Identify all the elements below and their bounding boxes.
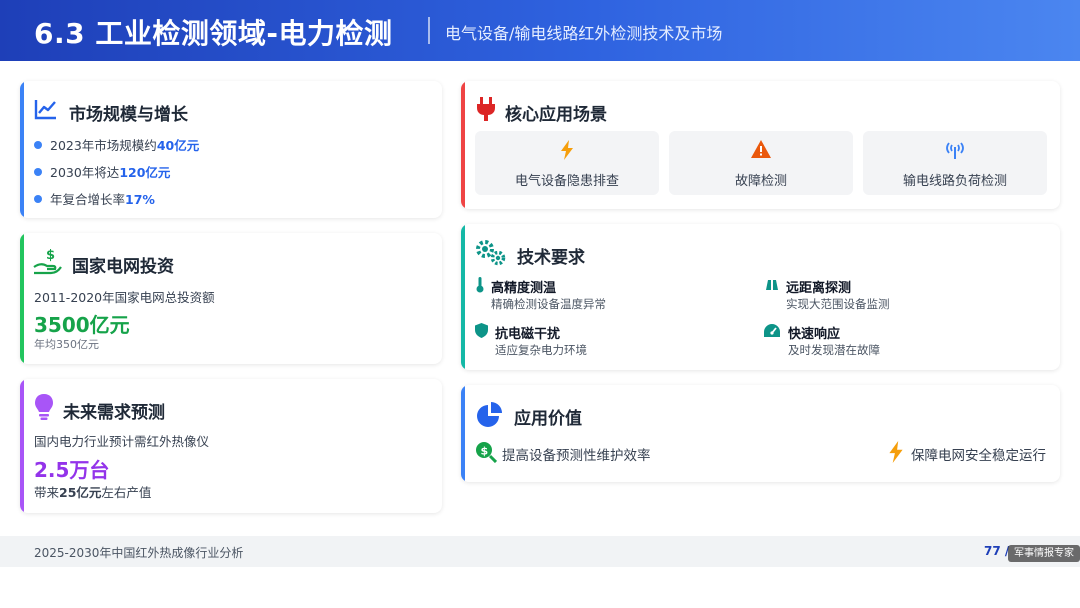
market-title: 市场规模与增长: [69, 105, 188, 125]
shield-icon: [475, 323, 488, 338]
value-card: 应用价值 $ 提高设备预测性维护效率 保障电网安全稳定运行: [461, 385, 1060, 482]
tech-item-desc: 精确检测设备温度异常: [491, 297, 606, 311]
list-item: 2023年市场规模约40亿元: [34, 135, 199, 154]
page-header: 6.3 工业检测领域-电力检测 电气设备/输电线路红外检测技术及市场: [0, 0, 1080, 61]
investment-note: 年均350亿元: [34, 338, 99, 351]
forecast-line: 国内电力行业预计需红外热像仪: [34, 434, 210, 449]
page-number: 77 /: [984, 544, 1010, 558]
forecast-card: 未来需求预测 国内电力行业预计需红外热像仪 2.5万台 带来25亿元左右产值: [20, 379, 442, 513]
bullet-dot: [34, 141, 42, 149]
market-card: 市场规模与增长 2023年市场规模约40亿元 2030年将达120亿元 年复合增…: [20, 81, 442, 218]
list-item: 2030年将达120亿元: [34, 162, 170, 181]
lightning-icon: [889, 441, 903, 463]
value-item-label: 保障电网安全稳定运行: [911, 448, 1046, 464]
scenarios-card: 核心应用场景 电气设备隐患排查 故障检测 输电线路负荷检测: [461, 81, 1060, 209]
header-divider: [428, 17, 430, 44]
dollar-search-icon: $: [476, 442, 497, 463]
binoculars-icon: [766, 280, 778, 290]
investment-card: $ 国家电网投资 2011-2020年国家电网总投资额 3500亿元 年均350…: [20, 233, 442, 364]
list-item: 年复合增长率17%: [34, 189, 155, 208]
warning-icon: [751, 140, 771, 158]
line-chart-icon: [34, 100, 56, 120]
scenario-tile: 输电线路负荷检测: [863, 131, 1047, 195]
forecast-title: 未来需求预测: [63, 403, 165, 423]
page-footer: 2025-2030年中国红外热成像行业分析 77 /: [0, 536, 1080, 567]
investment-title: 国家电网投资: [72, 257, 174, 277]
scenario-tile: 故障检测: [669, 131, 853, 195]
tech-item-title: 快速响应: [788, 327, 841, 342]
scenarios-title: 核心应用场景: [505, 105, 607, 125]
lightning-icon: [561, 140, 573, 160]
svg-text:$: $: [46, 248, 55, 263]
scenario-tile: 电气设备隐患排查: [475, 131, 659, 195]
gears-icon: [476, 240, 506, 266]
tech-title: 技术要求: [517, 248, 585, 268]
tech-item-desc: 实现大范围设备监测: [786, 297, 890, 311]
forecast-value: 2.5万台: [34, 458, 110, 482]
tech-item-desc: 及时发现潜在故障: [788, 343, 880, 357]
bullet-dot: [34, 195, 42, 203]
forecast-tail: 带来25亿元左右产值: [34, 485, 152, 500]
pie-chart-icon: [477, 402, 502, 427]
plug-icon: [477, 97, 495, 121]
svg-text:$: $: [481, 445, 489, 458]
investment-line: 2011-2020年国家电网总投资额: [34, 290, 215, 305]
money-hand-icon: $: [33, 248, 62, 275]
value-title: 应用价值: [514, 409, 582, 429]
tech-item-title: 抗电磁干扰: [495, 327, 561, 342]
tech-item-title: 远距离探测: [786, 281, 852, 296]
gauge-icon: [764, 324, 780, 337]
investment-value: 3500亿元: [34, 313, 130, 337]
thermometer-icon: [476, 277, 484, 293]
page-title: 6.3 工业检测领域-电力检测: [34, 17, 393, 50]
watermark-badge: 军事情报专家: [1008, 545, 1080, 562]
page-subtitle: 电气设备/输电线路红外检测技术及市场: [445, 24, 723, 43]
tech-item-desc: 适应复杂电力环境: [495, 343, 587, 357]
lightbulb-icon: [35, 394, 53, 420]
bullet-dot: [34, 168, 42, 176]
tower-signal-icon: [946, 142, 964, 159]
tech-item-title: 高精度测温: [491, 281, 557, 296]
footer-source: 2025-2030年中国红外热成像行业分析: [34, 546, 244, 560]
tech-card: 技术要求 高精度测温 精确检测设备温度异常 远距离探测 实现大范围设备监测 抗电…: [461, 224, 1060, 370]
value-item-label: 提高设备预测性维护效率: [502, 448, 651, 464]
